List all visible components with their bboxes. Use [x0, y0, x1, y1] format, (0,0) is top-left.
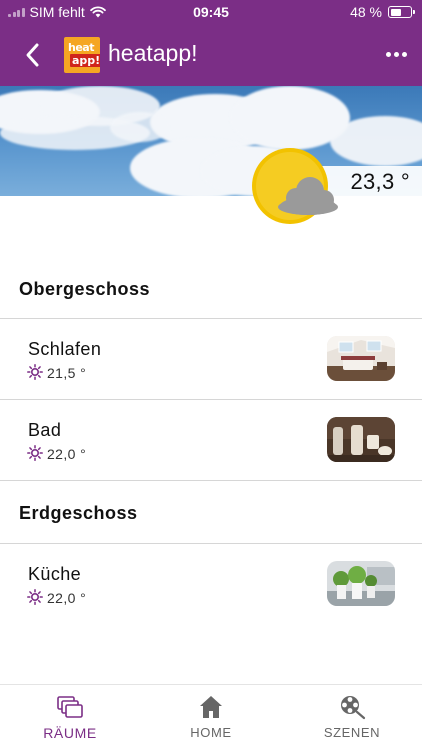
more-horizontal-icon: [385, 51, 391, 57]
tab-bar: RÄUME HOME SZENEN: [0, 684, 422, 750]
outdoor-temperature: 23,3 °: [350, 169, 410, 194]
tab-home[interactable]: HOME: [141, 685, 281, 750]
partly-cloudy-icon: [252, 148, 338, 224]
room-item-kueche[interactable]: Küche 22,0 °: [0, 544, 422, 624]
room-name: Schlafen: [28, 339, 102, 359]
page-title: heatapp!: [108, 40, 198, 66]
room-name: Bad: [28, 420, 62, 440]
room-item-bad[interactable]: Bad 22,0 °: [0, 400, 422, 480]
sun-icon: [27, 589, 43, 605]
bathroom-photo: [327, 417, 395, 462]
scenes-icon: [341, 696, 366, 720]
status-bar: SIM fehlt 09:45 48 %: [0, 0, 422, 24]
logo-text-top: heat: [68, 41, 94, 54]
battery-icon: [388, 6, 415, 18]
room-temperature: 22,0 °: [47, 590, 87, 606]
tab-label: SZENEN: [323, 725, 381, 740]
sun-icon: [27, 364, 43, 380]
battery-area: 48 %: [350, 4, 415, 20]
back-button[interactable]: [18, 39, 50, 71]
section-title-erdgeschoss: Erdgeschoss: [19, 503, 138, 523]
room-item-schlafen[interactable]: Schlafen 21,5 °: [0, 319, 422, 399]
chevron-left-icon: [26, 43, 39, 67]
kitchen-photo: [327, 561, 395, 606]
tab-label: RÄUME: [43, 725, 97, 741]
tab-rooms[interactable]: RÄUME: [0, 685, 140, 750]
section-title-obergeschoss: Obergeschoss: [19, 279, 151, 299]
tab-scenes[interactable]: SZENEN: [282, 685, 422, 750]
logo-text-bottom: app!: [70, 54, 100, 67]
sun-icon: [27, 445, 43, 461]
room-temperature: 22,0 °: [47, 446, 87, 462]
battery-percent: 48 %: [350, 4, 382, 20]
room-temperature: 21,5 °: [47, 365, 87, 381]
tab-label: HOME: [190, 725, 232, 740]
bedroom-photo: [327, 336, 395, 381]
app-logo: heat app!: [64, 37, 100, 73]
home-icon: [200, 696, 222, 718]
nav-bar: heat app! heatapp!: [0, 24, 422, 86]
app-screen: SIM fehlt 09:45 48 % heat app! heatapp!: [0, 0, 422, 750]
rooms-icon: [57, 696, 83, 718]
divider: [0, 480, 422, 481]
room-name: Küche: [28, 564, 82, 584]
more-button[interactable]: [384, 46, 408, 62]
